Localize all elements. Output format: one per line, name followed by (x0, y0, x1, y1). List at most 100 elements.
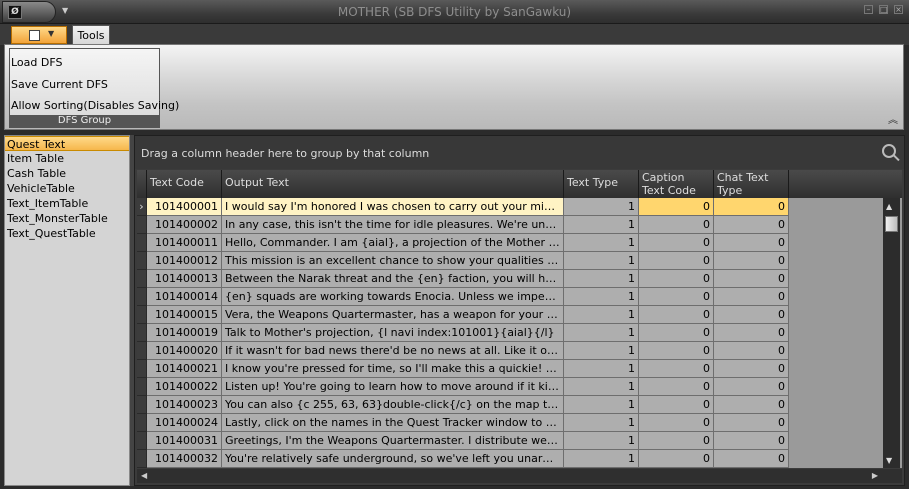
cell-text-type[interactable]: 1 (564, 396, 639, 414)
cell-text-code[interactable]: 101400001 (147, 198, 222, 216)
table-row[interactable]: 101400023 You can also {c 255, 63, 63}dou… (137, 396, 902, 414)
column-header-output-text[interactable]: Output Text (222, 170, 564, 198)
horizontal-scrollbar[interactable]: ◀ ▶ (137, 469, 902, 483)
row-indicator[interactable] (137, 342, 147, 360)
cell-chat-text-type[interactable]: 0 (714, 270, 789, 288)
row-indicator[interactable] (137, 216, 147, 234)
cell-chat-text-type[interactable]: 0 (714, 432, 789, 450)
cell-output-text[interactable]: Between the Narak threat and the {en} fa… (222, 270, 564, 288)
cell-text-type[interactable]: 1 (564, 450, 639, 468)
cell-text-type[interactable]: 1 (564, 378, 639, 396)
search-icon[interactable] (882, 144, 896, 158)
cell-output-text[interactable]: If it wasn't for bad news there'd be no … (222, 342, 564, 360)
row-indicator[interactable] (137, 378, 147, 396)
cell-chat-text-type[interactable]: 0 (714, 360, 789, 378)
cell-text-type[interactable]: 1 (564, 360, 639, 378)
table-row[interactable]: 101400020 If it wasn't for bad news there… (137, 342, 902, 360)
cell-caption-text-code[interactable]: 0 (639, 288, 714, 306)
cell-output-text[interactable]: Talk to Mother's projection, {l navi ind… (222, 324, 564, 342)
table-row[interactable]: 101400011 Hello, Commander. I am {aial}, … (137, 234, 902, 252)
table-row[interactable]: 101400024 Lastly, click on the names in t… (137, 414, 902, 432)
column-header-text-code[interactable]: Text Code (147, 170, 222, 198)
cell-caption-text-code[interactable]: 0 (639, 198, 714, 216)
table-row[interactable]: 101400012 This mission is an excellent ch… (137, 252, 902, 270)
cell-caption-text-code[interactable]: 0 (639, 306, 714, 324)
cell-chat-text-type[interactable]: 0 (714, 324, 789, 342)
column-header-chat-text-type[interactable]: Chat Text Type (714, 170, 789, 198)
cell-chat-text-type[interactable]: 0 (714, 396, 789, 414)
table-row[interactable]: 101400031 Greetings, I'm the Weapons Quar… (137, 432, 902, 450)
table-list-item[interactable]: Text_MonsterTable (5, 211, 129, 226)
cell-caption-text-code[interactable]: 0 (639, 378, 714, 396)
cell-text-type[interactable]: 1 (564, 252, 639, 270)
cell-caption-text-code[interactable]: 0 (639, 414, 714, 432)
cell-chat-text-type[interactable]: 0 (714, 198, 789, 216)
cell-caption-text-code[interactable]: 0 (639, 342, 714, 360)
cell-output-text[interactable]: Lastly, click on the names in the Quest … (222, 414, 564, 432)
cell-text-type[interactable]: 1 (564, 270, 639, 288)
cell-text-code[interactable]: 101400014 (147, 288, 222, 306)
cell-caption-text-code[interactable]: 0 (639, 270, 714, 288)
cell-output-text[interactable]: I would say I'm honored I was chosen to … (222, 198, 564, 216)
table-list-item[interactable]: Cash Table (5, 166, 129, 181)
cell-caption-text-code[interactable]: 0 (639, 234, 714, 252)
cell-text-code[interactable]: 101400012 (147, 252, 222, 270)
cell-text-code[interactable]: 101400032 (147, 450, 222, 468)
cell-text-type[interactable]: 1 (564, 234, 639, 252)
cell-chat-text-type[interactable]: 0 (714, 414, 789, 432)
table-row[interactable]: › 101400001 I would say I'm honored I was … (137, 198, 902, 216)
cell-output-text[interactable]: {en} squads are working towards Enocia. … (222, 288, 564, 306)
cell-output-text[interactable]: You're relatively safe underground, so w… (222, 450, 564, 468)
cell-text-type[interactable]: 1 (564, 288, 639, 306)
column-header-caption-text-code[interactable]: Caption Text Code (639, 170, 714, 198)
table-list-item[interactable]: Text_QuestTable (5, 226, 129, 241)
cell-output-text[interactable]: This mission is an excellent chance to s… (222, 252, 564, 270)
cell-output-text[interactable]: Greetings, I'm the Weapons Quartermaster… (222, 432, 564, 450)
cell-output-text[interactable]: In any case, this isn't the time for idl… (222, 216, 564, 234)
row-indicator[interactable] (137, 306, 147, 324)
row-indicator[interactable] (137, 414, 147, 432)
scroll-left-icon[interactable]: ◀ (141, 471, 147, 480)
application-menu-tab[interactable]: ▼ (11, 26, 67, 44)
cell-text-code[interactable]: 101400011 (147, 234, 222, 252)
row-indicator[interactable] (137, 360, 147, 378)
cell-text-code[interactable]: 101400021 (147, 360, 222, 378)
cell-chat-text-type[interactable]: 0 (714, 342, 789, 360)
close-icon[interactable]: × (894, 5, 903, 14)
current-row-indicator-icon[interactable]: › (137, 198, 147, 216)
table-list-item[interactable]: Item Table (5, 151, 129, 166)
table-row[interactable]: 101400013 Between the Narak threat and th… (137, 270, 902, 288)
cell-output-text[interactable]: Listen up! You're going to learn how to … (222, 378, 564, 396)
load-dfs-button[interactable]: Load DFS (11, 56, 62, 69)
tab-tools[interactable]: Tools (72, 25, 110, 45)
cell-output-text[interactable]: You can also {c 255, 63, 63}double-click… (222, 396, 564, 414)
table-row[interactable]: 101400019 Talk to Mother's projection, {l… (137, 324, 902, 342)
cell-chat-text-type[interactable]: 0 (714, 450, 789, 468)
minimize-icon[interactable]: – (864, 5, 873, 14)
cell-text-code[interactable]: 101400002 (147, 216, 222, 234)
cell-chat-text-type[interactable]: 0 (714, 216, 789, 234)
cell-chat-text-type[interactable]: 0 (714, 378, 789, 396)
table-row[interactable]: 101400021 I know you're pressed for time,… (137, 360, 902, 378)
cell-text-code[interactable]: 101400013 (147, 270, 222, 288)
scroll-right-icon[interactable]: ▶ (872, 471, 878, 480)
cell-text-type[interactable]: 1 (564, 342, 639, 360)
row-indicator[interactable] (137, 450, 147, 468)
save-dfs-button[interactable]: Save Current DFS (11, 78, 108, 91)
cell-chat-text-type[interactable]: 0 (714, 306, 789, 324)
group-panel[interactable]: Drag a column header here to group by th… (135, 136, 904, 169)
cell-text-type[interactable]: 1 (564, 432, 639, 450)
cell-caption-text-code[interactable]: 0 (639, 432, 714, 450)
row-indicator[interactable] (137, 288, 147, 306)
table-row[interactable]: 101400014 {en} squads are working towards… (137, 288, 902, 306)
cell-chat-text-type[interactable]: 0 (714, 252, 789, 270)
scroll-up-icon[interactable]: ▲ (886, 202, 892, 211)
table-row[interactable]: 101400015 Vera, the Weapons Quartermaster… (137, 306, 902, 324)
collapse-ribbon-icon[interactable]: ︽ (888, 111, 898, 126)
table-list-item[interactable]: Quest Text (5, 136, 129, 151)
cell-text-type[interactable]: 1 (564, 324, 639, 342)
vertical-scrollbar[interactable]: ▲ ▼ (883, 198, 900, 468)
row-indicator[interactable] (137, 252, 147, 270)
cell-text-type[interactable]: 1 (564, 198, 639, 216)
table-row[interactable]: 101400032 You're relatively safe undergro… (137, 450, 902, 468)
